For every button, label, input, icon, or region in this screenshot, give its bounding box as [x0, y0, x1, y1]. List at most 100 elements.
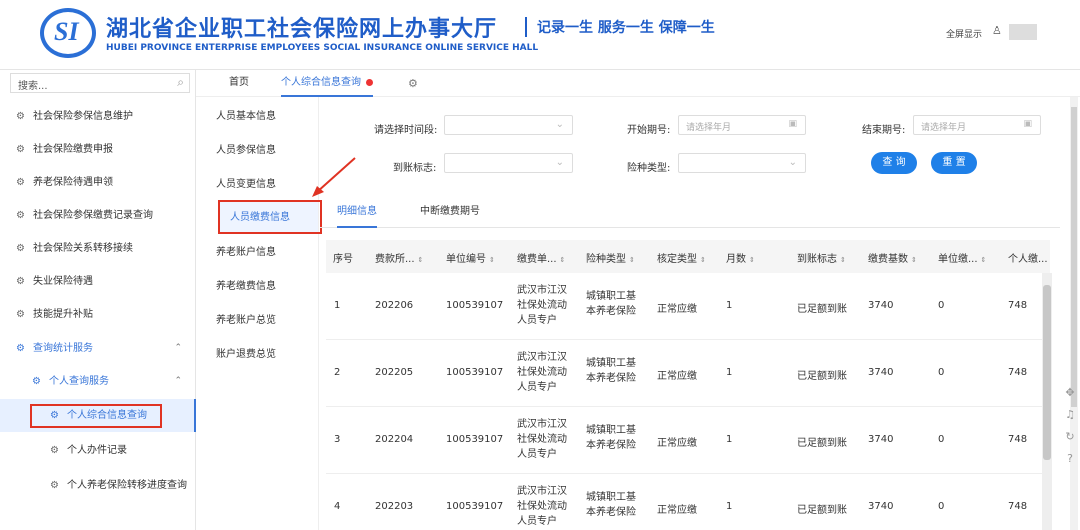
insurance-type-label: 险种类型:: [627, 163, 671, 174]
table-cell: 748: [1008, 367, 1028, 378]
tab-home[interactable]: 首页: [229, 70, 249, 97]
column-header[interactable]: 到账标志 ⇕: [797, 250, 846, 265]
table-cell: 武汉市江汉社保处流动人员专户: [517, 352, 567, 393]
table-cell: 3740: [868, 300, 894, 311]
table-row[interactable]: 3 202204 100539107 武汉市江汉社保处流动人员专户 城镇职工基本养老保险…: [326, 407, 1050, 474]
subnav-item-7[interactable]: 账户退费总览: [216, 339, 316, 371]
sidebar-item-0[interactable]: ⚙ 社会保险参保信息维护: [0, 100, 196, 133]
calendar-icon: ▣: [788, 119, 797, 129]
table-cell: 0: [938, 367, 945, 378]
sort-icon[interactable]: ⇕: [911, 256, 917, 264]
tab-personal-info[interactable]: 个人综合信息查询: [281, 70, 373, 97]
calendar-icon: ▣: [1023, 119, 1032, 129]
table-cell: 0: [938, 300, 945, 311]
close-icon[interactable]: [366, 78, 373, 86]
table-cell: 武汉市江汉社保处流动人员专户: [517, 285, 567, 326]
table-cell: 1: [726, 300, 733, 311]
sidebar-item-4[interactable]: ⚙ 社会保险关系转移接续: [0, 232, 196, 265]
column-header[interactable]: 险种类型 ⇕: [586, 250, 635, 265]
sort-icon[interactable]: ⇕: [700, 256, 706, 264]
table-cell: 3740: [868, 501, 894, 512]
reset-button[interactable]: 重 置: [931, 152, 977, 174]
sidebar-item-8[interactable]: ⚙ 个人查询服务 ⌃: [0, 365, 196, 398]
insurance-type-select[interactable]: ⌄: [678, 153, 806, 173]
table-cell: 4: [334, 501, 341, 512]
search-icon[interactable]: ⌕: [177, 75, 184, 90]
fullscreen-button[interactable]: 全屏显示: [946, 27, 982, 40]
column-header[interactable]: 缴费单... ⇕: [517, 250, 565, 265]
subnav-item-0[interactable]: 人员基本信息: [216, 101, 316, 133]
tab-detail-info[interactable]: 明细信息: [337, 200, 377, 228]
page-scroll-thumb[interactable]: [1071, 107, 1077, 407]
table-cell: 正常应缴: [657, 505, 697, 516]
column-header[interactable]: 缴费基数 ⇕: [868, 250, 917, 265]
sidebar-item-7[interactable]: ⚙ 查询统计服务 ⌃: [0, 332, 196, 365]
table-cell: 1: [334, 300, 341, 311]
table-cell: 城镇职工基本养老保险: [586, 291, 636, 317]
subnav-item-5[interactable]: 养老缴费信息: [216, 271, 316, 303]
table-row[interactable]: 4 202203 100539107 武汉市江汉社保处流动人员专户 城镇职工基本养老保险…: [326, 474, 1050, 530]
chevron-up-icon[interactable]: ⌃: [174, 332, 182, 365]
sidebar-item-11[interactable]: ⚙ 个人养老保险转移进度查询: [0, 469, 196, 502]
sort-icon[interactable]: ⇕: [840, 256, 846, 264]
column-header[interactable]: 个人缴...: [1008, 250, 1048, 265]
move-icon[interactable]: ✥: [1062, 386, 1078, 408]
sidebar-item-10[interactable]: ⚙ 个人办件记录: [0, 434, 196, 467]
table-row[interactable]: 2 202205 100539107 武汉市江汉社保处流动人员专户 城镇职工基本养老保险…: [326, 340, 1050, 407]
payment-table: 序号 费款所... ⇕ 单位编号 ⇕ 缴费单... ⇕ 险种类型 ⇕ 核定类型 ⇕ 月数 ⇕ 到账标志 ⇕ 缴…: [326, 240, 1050, 530]
gear-icon[interactable]: ⚙: [408, 77, 418, 90]
table-cell: 3: [334, 434, 341, 445]
table-cell: 202203: [375, 501, 414, 512]
sort-icon[interactable]: ⇕: [418, 256, 424, 264]
end-period-input[interactable]: 请选择年月 ▣: [913, 115, 1041, 135]
subnav-item-6[interactable]: 养老账户总览: [216, 305, 316, 337]
column-header[interactable]: 费款所... ⇕: [375, 250, 423, 265]
site-title: 湖北省企业职工社会保险网上办事大厅: [106, 17, 498, 42]
help-icon[interactable]: ?: [1062, 452, 1078, 474]
sidebar-item-label: 个人查询服务: [49, 376, 109, 387]
column-header[interactable]: 月数 ⇕: [726, 250, 755, 265]
sidebar-item-label: 社会保险关系转移接续: [33, 243, 133, 254]
sidebar-item-1[interactable]: ⚙ 社会保险缴费申报: [0, 133, 196, 166]
period-select[interactable]: ⌄: [444, 115, 573, 135]
table-cell: 城镇职工基本养老保险: [586, 492, 636, 518]
table-row[interactable]: 1 202206 100539107 武汉市江汉社保处流动人员专户 城镇职工基本养老保险…: [326, 273, 1050, 340]
table-cell: 202206: [375, 300, 414, 311]
table-cell: 已足额到账: [797, 505, 847, 516]
arrival-label: 到账标志:: [393, 163, 437, 174]
gear-icon: ⚙: [16, 343, 25, 354]
chevron-up-icon[interactable]: ⌃: [174, 365, 182, 398]
sidebar-search-input[interactable]: 搜索... ⌕: [10, 73, 190, 93]
sidebar-item-label: 查询统计服务: [33, 343, 93, 354]
site-header: SI 湖北省企业职工社会保险网上办事大厅 HUBEI PROVINCE ENTE…: [0, 0, 1080, 70]
sidebar-item-2[interactable]: ⚙ 养老保险待遇申领: [0, 166, 196, 199]
start-period-input[interactable]: 请选择年月 ▣: [678, 115, 806, 135]
user-icon[interactable]: ♙: [992, 24, 1002, 37]
subnav-item-4[interactable]: 养老账户信息: [216, 237, 316, 269]
table-cell: 3740: [868, 367, 894, 378]
sort-icon[interactable]: ⇕: [629, 256, 635, 264]
sidebar-item-3[interactable]: ⚙ 社会保险参保缴费记录查询: [0, 199, 196, 232]
query-button[interactable]: 查 询: [871, 152, 917, 174]
sidebar-item-6[interactable]: ⚙ 技能提升补贴: [0, 298, 196, 331]
arrival-select[interactable]: ⌄: [444, 153, 573, 173]
sort-icon[interactable]: ⇕: [981, 256, 987, 264]
sidebar-item-5[interactable]: ⚙ 失业保险待遇: [0, 265, 196, 298]
refresh-icon[interactable]: ↻: [1062, 430, 1078, 452]
column-header[interactable]: 核定类型 ⇕: [657, 250, 706, 265]
tab-interrupted-periods[interactable]: 中断缴费期号: [420, 200, 480, 228]
table-scroll-thumb[interactable]: [1043, 285, 1051, 460]
microphone-icon[interactable]: ♫: [1062, 408, 1078, 430]
sort-icon[interactable]: ⇕: [749, 256, 755, 264]
column-header[interactable]: 单位缴... ⇕: [938, 250, 986, 265]
highlight-box: [30, 404, 162, 428]
sort-icon[interactable]: ⇕: [560, 256, 566, 264]
column-header[interactable]: 单位编号 ⇕: [446, 250, 495, 265]
column-header[interactable]: 序号: [333, 250, 353, 265]
sidebar-item-label: 技能提升补贴: [33, 309, 93, 320]
annotation-arrow: [312, 157, 356, 197]
gear-icon: ⚙: [16, 243, 25, 254]
period-label: 请选择时间段:: [374, 125, 438, 136]
sort-icon[interactable]: ⇕: [489, 256, 495, 264]
sidebar-item-label: 养老保险待遇申领: [33, 177, 113, 188]
